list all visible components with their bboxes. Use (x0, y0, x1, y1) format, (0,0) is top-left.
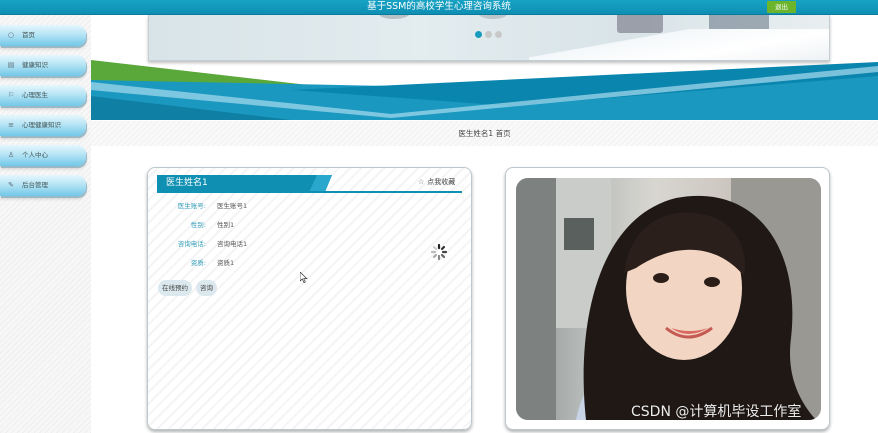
field-label: 性别: (190, 221, 206, 229)
site-title: 基于SSM的高校学生心理咨询系统 (367, 1, 511, 12)
field-label: 资质: (190, 259, 206, 267)
sidebar-item-label: 心理医生 (22, 91, 48, 99)
doctor-name-tab: 医生姓名1 (157, 175, 332, 192)
sidebar-item-label: 个人中心 (22, 151, 48, 159)
field-row: 医生账号: 医生账号1 (148, 201, 348, 211)
list-icon: ≡ (8, 121, 14, 129)
breadcrumb-home[interactable]: 首页 (496, 129, 511, 138)
breadcrumb: 医生姓名1 首页 (91, 121, 878, 146)
decorative-band (91, 56, 878, 121)
consult-button[interactable]: 咨询 (196, 280, 217, 296)
sidebar-item-health-knowledge[interactable]: ▤ 健康知识 (0, 55, 86, 76)
book-icon: ▤ (7, 61, 15, 69)
carousel-dot-3[interactable] (495, 31, 502, 38)
sidebar-item-admin[interactable]: ✎ 后台管理 (0, 175, 86, 196)
carousel-dot-2[interactable] (485, 31, 492, 38)
star-icon: ☆ (418, 178, 425, 186)
doctor-detail-card: 医生姓名1 ☆ 点我收藏 医生账号: 医生账号1 性别: 性别1 咨询电话: 咨询… (147, 167, 472, 430)
sidebar-item-home[interactable]: ○ 首页 (0, 25, 86, 46)
watermark-text: CSDN @计算机毕设工作室 (631, 404, 802, 420)
logout-button[interactable]: 退出 (767, 1, 796, 13)
field-row: 资质: 资质1 (148, 258, 348, 268)
sidebar-item-label: 后台管理 (22, 181, 48, 189)
home-icon: ○ (7, 31, 15, 39)
doctor-icon: ⚐ (7, 91, 15, 99)
wrench-icon: ✎ (8, 181, 14, 189)
sidebar-item-personal-center[interactable]: ♙ 个人中心 (0, 145, 86, 166)
user-icon: ♙ (7, 151, 15, 159)
loading-spinner-icon (430, 243, 448, 261)
mouse-cursor-icon (299, 268, 308, 283)
favorite-link[interactable]: ☆ 点我收藏 (418, 177, 455, 187)
field-label: 医生账号: (177, 202, 206, 210)
field-label: 咨询电话: (177, 240, 206, 248)
sidebar-item-label: 心理健康知识 (22, 121, 61, 129)
field-row: 咨询电话: 咨询电话1 (148, 239, 348, 249)
doctor-name: 医生姓名1 (166, 178, 208, 188)
field-value: 资质1 (217, 259, 235, 267)
field-value: 性别1 (217, 221, 235, 229)
favorite-label: 点我收藏 (427, 178, 456, 186)
sidebar: ○ 首页 ▤ 健康知识 ⚐ 心理医生 ≡ 心理健康知识 ♙ 个人中心 ✎ 后台管… (0, 15, 91, 433)
sidebar-item-mental-health[interactable]: ≡ 心理健康知识 (0, 115, 86, 136)
top-bar: 基于SSM的高校学生心理咨询系统 退出 (0, 0, 878, 15)
field-value: 咨询电话1 (217, 240, 248, 248)
book-online-button[interactable]: 在线预约 (158, 280, 192, 296)
doctor-photo-card (505, 167, 830, 430)
banner-carousel (148, 15, 830, 61)
doctor-photo (516, 178, 821, 420)
field-row: 性别: 性别1 (148, 220, 348, 230)
carousel-dot-1[interactable] (475, 31, 482, 38)
sidebar-item-doctors[interactable]: ⚐ 心理医生 (0, 85, 86, 106)
breadcrumb-current: 医生姓名1 (458, 129, 494, 138)
sidebar-item-label: 首页 (22, 31, 35, 39)
field-value: 医生账号1 (217, 202, 248, 210)
sidebar-item-label: 健康知识 (22, 61, 48, 69)
